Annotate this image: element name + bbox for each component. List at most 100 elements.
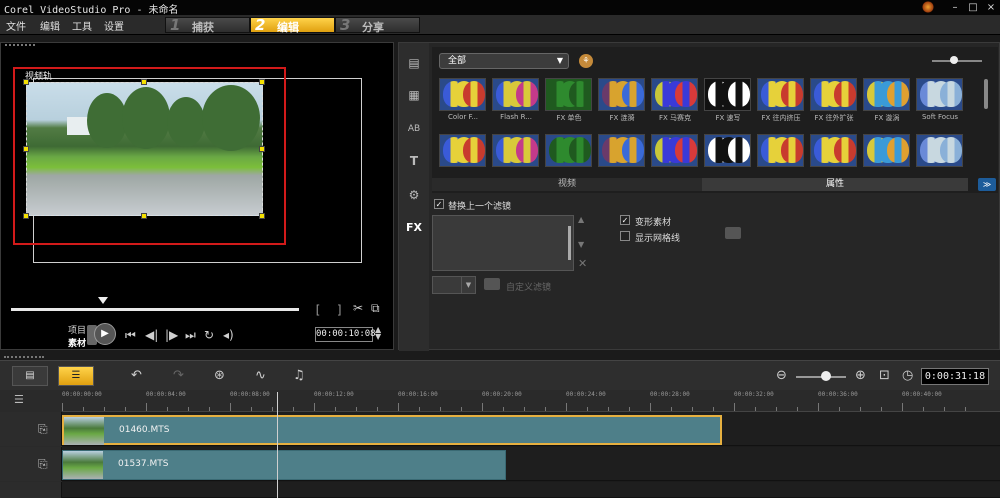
delete-filter-icon[interactable]: ✕ [578, 257, 587, 270]
mark-out-button[interactable]: ] [336, 303, 343, 317]
show-grid-checkbox[interactable] [620, 231, 630, 241]
timeline-ruler[interactable]: 00:00:00:00 00:00:04:00 00:00:08:00 00:00:1… [62, 390, 1000, 412]
menu-settings[interactable]: 设置 [104, 18, 124, 33]
tab-video[interactable]: 视频 [432, 178, 702, 191]
go-start-icon[interactable]: ⏮ [125, 328, 136, 343]
filter-thumbnail[interactable] [810, 78, 857, 111]
step-capture[interactable]: 1 捕获 [165, 16, 250, 34]
filter-thumbnail[interactable] [916, 78, 963, 111]
project-mode-label[interactable]: 项目 [68, 323, 86, 336]
replace-filter-checkbox[interactable]: ✓ [434, 199, 444, 209]
clip-mode-label[interactable]: 素材 [68, 336, 86, 349]
library-scrollbar[interactable] [984, 79, 988, 109]
timeline-clip[interactable]: 01460.MTS [62, 415, 722, 445]
preview-timecode[interactable]: 00:00:10:08 [315, 327, 376, 342]
timeline-playhead[interactable] [277, 392, 278, 498]
filter-list-scrollbar[interactable] [568, 226, 571, 260]
filter-thumbnail[interactable] [863, 78, 910, 111]
preview-screen[interactable]: 视频轨 [5, 51, 389, 291]
grid-options-icon[interactable] [725, 227, 741, 239]
filter-thumbnail[interactable] [545, 78, 592, 111]
resize-handle[interactable] [23, 79, 29, 85]
resize-handle[interactable] [259, 146, 265, 152]
next-frame-icon[interactable]: |▶ [165, 328, 178, 342]
enlarge-icon[interactable]: ⧉ [371, 301, 380, 316]
filter-thumbnail[interactable] [757, 78, 804, 111]
undo-icon[interactable]: ↶ [131, 368, 142, 383]
title-tab-icon[interactable]: AB [402, 119, 426, 139]
filter-thumbnail[interactable] [439, 134, 486, 167]
redo-icon[interactable]: ↷ [173, 368, 184, 383]
browse-icon[interactable]: ⚘ [579, 54, 593, 68]
timeline-grip[interactable] [4, 356, 44, 358]
move-up-icon[interactable]: ▲ [578, 215, 584, 224]
sound-mixer-icon[interactable]: ∿ [255, 368, 266, 383]
record-capture-icon[interactable]: ⊛ [214, 368, 225, 383]
close-button[interactable]: × [980, 0, 1000, 15]
filter-tab[interactable]: FX [402, 218, 426, 238]
media-tab-icon[interactable]: ▤ [402, 53, 426, 73]
filter-thumbnail[interactable] [757, 134, 804, 167]
video-track-icon[interactable]: ⎘ [38, 422, 48, 437]
applied-filter-list[interactable] [432, 215, 574, 271]
custom-filter-icon[interactable] [484, 278, 500, 290]
storyboard-view-button[interactable]: ▤ [12, 366, 48, 386]
filter-thumbnail[interactable] [439, 78, 486, 111]
filter-thumbnail[interactable] [704, 78, 751, 111]
scrubber-knob[interactable] [98, 297, 108, 304]
filter-thumbnail[interactable] [492, 78, 539, 111]
repeat-icon[interactable]: ↻ [204, 328, 214, 342]
preset-select[interactable]: ▼ [432, 276, 476, 294]
resize-handle[interactable] [23, 146, 29, 152]
graphic-tab-icon[interactable]: ⚙ [402, 185, 426, 205]
move-down-icon[interactable]: ▼ [578, 240, 584, 249]
filter-thumbnail[interactable] [598, 78, 645, 111]
filter-thumbnail[interactable] [651, 78, 698, 111]
resize-handle[interactable] [259, 79, 265, 85]
text-tab-icon[interactable]: T [402, 151, 426, 171]
menu-tools[interactable]: 工具 [72, 18, 92, 33]
tab-attributes[interactable]: 属性 [702, 178, 968, 191]
zoom-in-icon[interactable]: ⊕ [855, 368, 866, 383]
expand-options-icon[interactable]: ≫ [978, 178, 996, 191]
auto-music-icon[interactable]: ♫ [293, 368, 305, 383]
filter-thumbnail[interactable] [810, 134, 857, 167]
distort-clip-checkbox[interactable]: ✓ [620, 215, 630, 225]
filter-thumbnail[interactable] [704, 134, 751, 167]
filter-thumbnail[interactable] [651, 134, 698, 167]
resize-handle[interactable] [259, 213, 265, 219]
filter-thumbnail[interactable] [598, 134, 645, 167]
volume-icon[interactable]: ◂) [223, 328, 234, 342]
step-edit[interactable]: 2 编辑 [250, 16, 335, 34]
menu-edit[interactable]: 编辑 [40, 18, 60, 33]
mark-in-button[interactable]: [ [314, 303, 321, 317]
prev-frame-icon[interactable]: ◀| [145, 328, 158, 342]
panel-grip[interactable] [5, 44, 35, 46]
play-button[interactable]: ▶ [94, 323, 116, 345]
filter-thumbnail[interactable] [492, 134, 539, 167]
filter-thumbnail[interactable] [916, 134, 963, 167]
custom-filter-button[interactable]: 自定义滤镜 [506, 280, 551, 293]
timeline-zoom-knob[interactable] [821, 371, 831, 381]
timeline-clip[interactable]: 01537.MTS [62, 450, 506, 480]
step-share[interactable]: 3 分享 [335, 16, 420, 34]
go-end-icon[interactable]: ⏭ [185, 328, 196, 343]
menu-file[interactable]: 文件 [6, 18, 26, 33]
filter-thumbnail[interactable] [863, 134, 910, 167]
filter-thumbnail[interactable] [545, 134, 592, 167]
app-orb-icon[interactable] [922, 1, 934, 13]
category-select[interactable]: 全部 ▼ [439, 53, 569, 69]
scissors-icon[interactable]: ✂ [353, 301, 363, 315]
resize-handle[interactable] [141, 213, 147, 219]
scrubber-bar[interactable] [11, 308, 299, 311]
resize-handle[interactable] [141, 79, 147, 85]
thumbnail-size-knob[interactable] [950, 56, 958, 64]
resize-handle[interactable] [23, 213, 29, 219]
transition-tab-icon[interactable]: ▦ [402, 85, 426, 105]
timecode-spinner[interactable]: ▲ ▼ [375, 326, 381, 341]
zoom-out-icon[interactable]: ⊖ [776, 368, 787, 383]
timeline-view-button[interactable]: ☰ [58, 366, 94, 386]
fit-project-icon[interactable]: ⊡ [879, 368, 890, 383]
track-manager-icon[interactable]: ☰ [14, 393, 24, 406]
overlay-track-icon[interactable]: ⎘ [38, 457, 48, 472]
